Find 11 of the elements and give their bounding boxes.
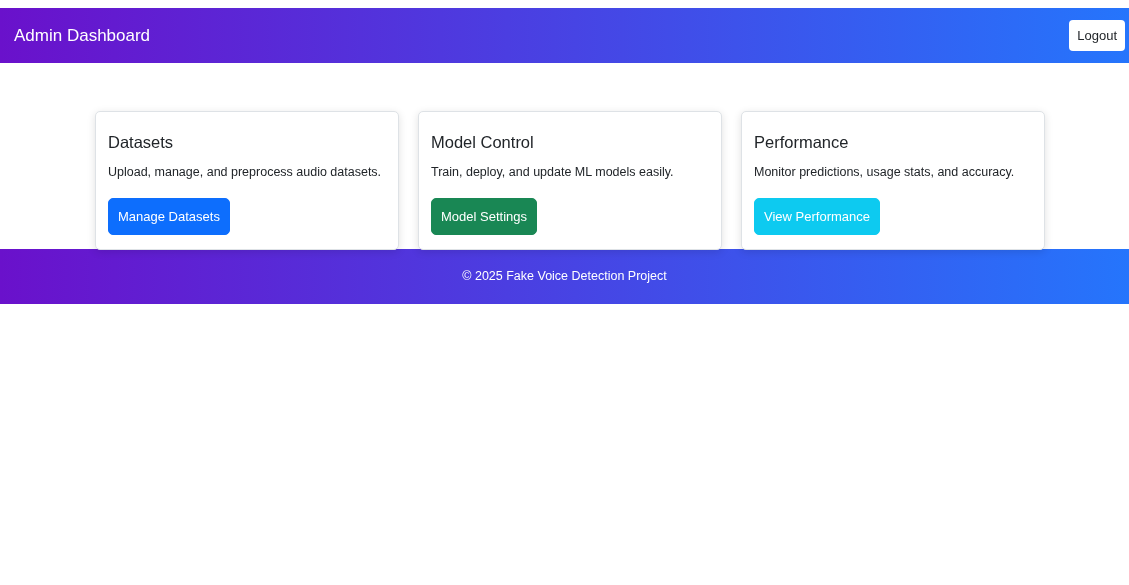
card-button[interactable]: Manage Datasets (108, 197, 230, 235)
card-button[interactable]: Model Settings (431, 197, 537, 235)
navbar-brand[interactable]: Admin Dashboard (14, 22, 151, 49)
card-title: Performance (754, 132, 850, 153)
card-text: Monitor predictions, usage stats, and accuracy. (754, 163, 1016, 181)
card-title: Datasets (108, 132, 175, 153)
card-text: Upload, manage, and preprocess audio datasets. (108, 163, 383, 181)
card-text: Train, deploy, and update ML models easily. (431, 163, 675, 181)
footer-text: © 2025 Fake Voice Detection Project (462, 268, 667, 286)
logout-button[interactable]: Logout (1069, 19, 1125, 52)
card-title: Model Control (431, 132, 535, 153)
